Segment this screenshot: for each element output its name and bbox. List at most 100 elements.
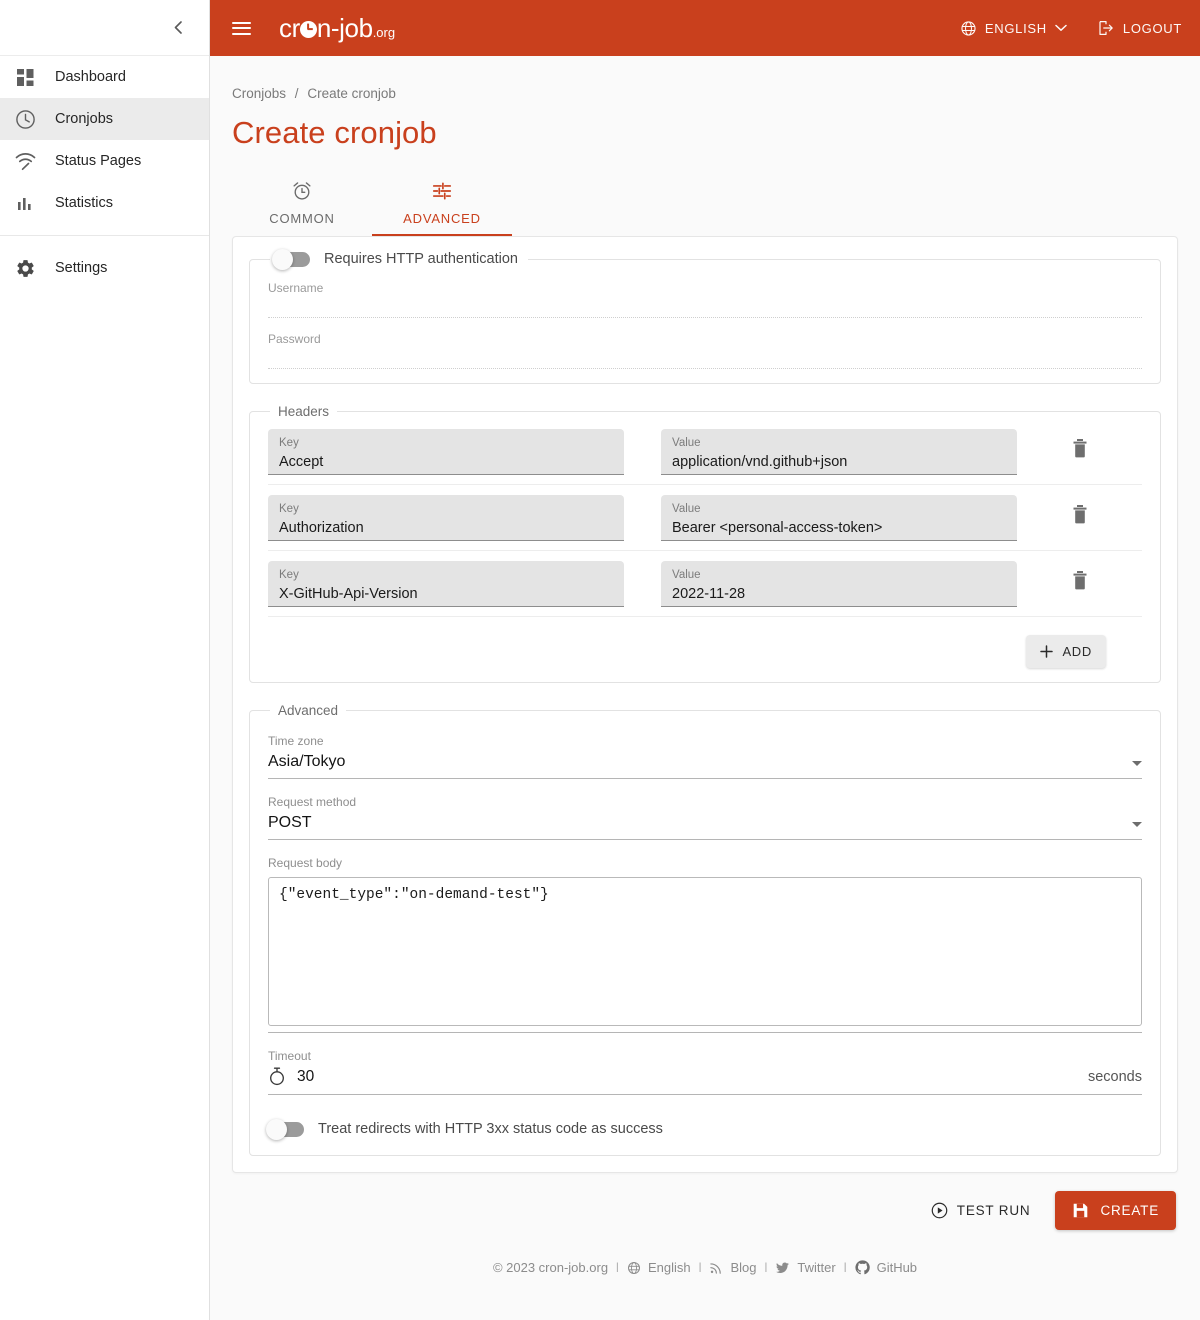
- request-body-textarea[interactable]: {"event_type":"on-demand-test"}: [268, 877, 1142, 1026]
- header-delete-button[interactable]: [1017, 495, 1142, 524]
- chevron-down-icon: [1132, 761, 1142, 766]
- tab-label: ADVANCED: [403, 211, 481, 226]
- chevron-down-icon: [1132, 822, 1142, 827]
- tab-label: COMMON: [269, 211, 335, 226]
- content-column: cr n-job .org ENGLISH LOGOUT Cronjobs / …: [210, 0, 1200, 1320]
- logout-button[interactable]: LOGOUT: [1097, 19, 1182, 37]
- header-value-field[interactable]: Value Bearer <personal-access-token>: [661, 495, 1017, 541]
- brand-clock-icon: [299, 20, 317, 38]
- headers-legend: Headers: [278, 404, 330, 419]
- timezone-label: Time zone: [268, 734, 324, 748]
- globe-icon: [627, 1261, 640, 1274]
- header-key-field[interactable]: Key X-GitHub-Api-Version: [268, 561, 624, 607]
- header-key-label: Key: [279, 437, 299, 449]
- footer-copyright: © 2023 cron-job.org: [492, 1260, 609, 1275]
- test-run-button[interactable]: TEST RUN: [923, 1193, 1039, 1228]
- request-method-value: POST: [268, 814, 312, 831]
- sidebar-item-dashboard[interactable]: Dashboard: [0, 56, 209, 98]
- sidebar-collapse-button[interactable]: [165, 15, 191, 41]
- http-auth-toggle[interactable]: [272, 248, 310, 270]
- timezone-select[interactable]: Time zone Asia/Tokyo: [268, 718, 1142, 779]
- twitter-icon: [776, 1262, 790, 1273]
- header-row: Key Accept Value application/vnd.github+…: [268, 419, 1142, 485]
- password-field[interactable]: Password: [268, 318, 1142, 369]
- sidebar-item-label: Settings: [55, 260, 108, 276]
- timezone-value: Asia/Tokyo: [268, 753, 346, 770]
- header-delete-button[interactable]: [1017, 429, 1142, 458]
- clock-icon: [13, 107, 37, 131]
- sidebar-item-label: Dashboard: [55, 69, 126, 85]
- header-key-value: Authorization: [279, 520, 364, 536]
- header-key-value: Accept: [279, 454, 324, 470]
- header-delete-button[interactable]: [1017, 561, 1142, 590]
- breadcrumb-parent[interactable]: Cronjobs: [232, 86, 286, 101]
- password-label: Password: [268, 332, 321, 346]
- breadcrumb-current: Create cronjob: [307, 86, 396, 101]
- username-field[interactable]: Username: [268, 267, 1142, 318]
- form-actions: TEST RUN CREATE: [232, 1173, 1178, 1230]
- footer-twitter-link[interactable]: Twitter: [775, 1260, 836, 1275]
- trash-icon: [1073, 571, 1086, 590]
- header-key-field[interactable]: Key Accept: [268, 429, 624, 475]
- footer-language-link[interactable]: English: [627, 1260, 691, 1275]
- rss-icon: [710, 1262, 722, 1274]
- footer-twitter-label: Twitter: [797, 1260, 836, 1275]
- tab-bar: COMMON ADVANCED: [232, 171, 1178, 236]
- sidebar-item-cronjobs[interactable]: Cronjobs: [0, 98, 209, 140]
- create-button[interactable]: CREATE: [1055, 1191, 1176, 1230]
- header-row: Key X-GitHub-Api-Version Value 2022-11-2…: [268, 551, 1142, 617]
- header-value-label: Value: [672, 503, 701, 515]
- redirects-toggle-row: Treat redirects with HTTP 3xx status cod…: [266, 1095, 1142, 1141]
- request-method-select[interactable]: Request method POST: [268, 779, 1142, 840]
- header-key-value: X-GitHub-Api-Version: [279, 586, 418, 602]
- sidebar-item-settings[interactable]: Settings: [0, 247, 209, 289]
- brand-text-end: n-job: [316, 12, 373, 43]
- sidebar-item-statistics[interactable]: Statistics: [0, 182, 209, 224]
- redirects-toggle[interactable]: [266, 1118, 304, 1140]
- request-body-label: Request body: [268, 856, 343, 870]
- add-header-label: ADD: [1062, 644, 1092, 659]
- dashboard-icon: [13, 65, 37, 89]
- header-key-field[interactable]: Key Authorization: [268, 495, 624, 541]
- header-value-value: Bearer <personal-access-token>: [672, 520, 883, 536]
- timeout-suffix: seconds: [1087, 1068, 1142, 1085]
- test-run-label: TEST RUN: [956, 1203, 1031, 1218]
- sidebar-item-label: Cronjobs: [55, 111, 114, 127]
- add-header-button[interactable]: ADD: [1026, 635, 1106, 668]
- tab-advanced[interactable]: ADVANCED: [372, 171, 512, 236]
- footer-github-link[interactable]: GitHub: [854, 1260, 917, 1275]
- header-value-label: Value: [672, 569, 701, 581]
- footer-separator: l: [843, 1260, 847, 1275]
- footer: © 2023 cron-job.org l English l Blog l T…: [232, 1230, 1178, 1275]
- top-bar: cr n-job .org ENGLISH LOGOUT: [210, 0, 1200, 56]
- header-key-label: Key: [279, 569, 299, 581]
- logout-icon: [1099, 21, 1113, 35]
- breadcrumb: Cronjobs / Create cronjob: [232, 56, 1178, 101]
- header-row: Key Authorization Value Bearer <personal…: [268, 485, 1142, 551]
- footer-separator: l: [764, 1260, 768, 1275]
- footer-blog-link[interactable]: Blog: [709, 1260, 757, 1275]
- redirects-toggle-label: Treat redirects with HTTP 3xx status cod…: [318, 1121, 663, 1137]
- header-value-field[interactable]: Value 2022-11-28: [661, 561, 1017, 607]
- tab-common[interactable]: COMMON: [232, 171, 372, 236]
- advanced-group: Advanced Time zone Asia/Tokyo Request me…: [249, 703, 1161, 1156]
- header-value-field[interactable]: Value application/vnd.github+json: [661, 429, 1017, 475]
- toggle-knob: [266, 1118, 287, 1140]
- sidebar-item-status-pages[interactable]: Status Pages: [0, 140, 209, 182]
- create-label: CREATE: [1100, 1203, 1159, 1218]
- save-icon: [1074, 1203, 1088, 1218]
- timeout-label: Timeout: [268, 1049, 311, 1063]
- chevron-down-icon: [1055, 24, 1067, 31]
- stopwatch-icon: [270, 1067, 284, 1086]
- advanced-legend: Advanced: [278, 703, 339, 718]
- bar-chart-icon: [13, 191, 37, 215]
- language-selector[interactable]: ENGLISH: [960, 20, 1067, 37]
- hamburger-icon[interactable]: [232, 21, 251, 35]
- play-circle-icon: [931, 1202, 948, 1219]
- header-value-label: Value: [672, 437, 701, 449]
- sidebar-item-label: Statistics: [55, 195, 114, 211]
- page-title: Create cronjob: [232, 115, 437, 150]
- brand-logo[interactable]: cr n-job .org: [279, 13, 395, 44]
- timeout-value[interactable]: 30: [297, 1068, 314, 1086]
- timeout-field: Timeout 30 seconds: [268, 1033, 1142, 1095]
